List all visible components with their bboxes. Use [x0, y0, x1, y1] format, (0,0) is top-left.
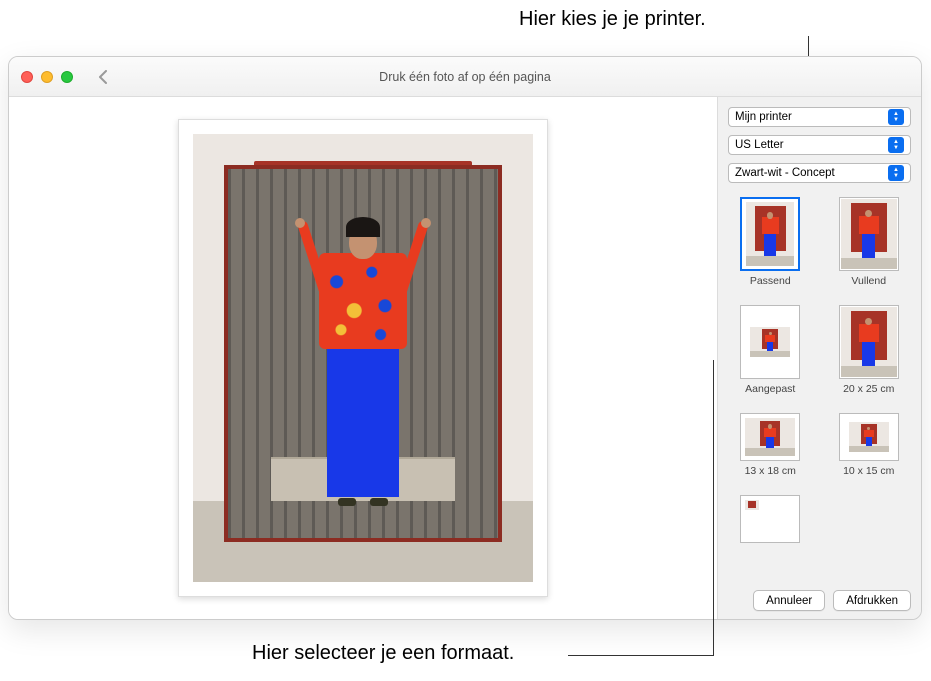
format-option[interactable]: 13 x 18 cm [734, 413, 807, 477]
updown-icon: ▲▼ [888, 109, 904, 125]
format-option[interactable]: Vullend [833, 197, 906, 287]
format-label: Vullend [851, 275, 886, 287]
updown-icon: ▲▼ [888, 165, 904, 181]
format-thumb [839, 305, 899, 379]
format-thumb [839, 197, 899, 271]
window-title: Druk één foto af op één pagina [9, 70, 921, 84]
paper-preview [178, 119, 548, 597]
format-option[interactable]: 10 x 15 cm [833, 413, 906, 477]
format-thumb [740, 197, 800, 271]
format-thumb [740, 413, 800, 461]
cancel-button[interactable]: Annuleer [753, 590, 825, 611]
print-sidebar: Mijn printer ▲▼ US Letter ▲▼ Zwart-wit -… [717, 97, 921, 619]
chevron-left-icon [98, 70, 108, 84]
callout-printer: Hier kies je je printer. [519, 8, 706, 31]
format-option[interactable] [734, 495, 807, 543]
format-thumb [740, 495, 800, 543]
print-dialog-window: Druk één foto af op één pagina [8, 56, 922, 620]
format-grid: Passend Vullend Aangepast 20 x 25 cm 13 x 18… [728, 193, 911, 584]
callout-line [713, 360, 714, 655]
format-thumb [740, 305, 800, 379]
print-button[interactable]: Afdrukken [833, 590, 911, 611]
format-option[interactable]: Passend [734, 197, 807, 287]
format-label: 20 x 25 cm [843, 383, 894, 395]
zoom-icon[interactable] [61, 71, 73, 83]
window-controls [21, 71, 73, 83]
format-label: Aangepast [745, 383, 795, 395]
paper-size-value: US Letter [735, 139, 784, 151]
printer-select[interactable]: Mijn printer ▲▼ [728, 107, 911, 127]
format-option[interactable]: Aangepast [734, 305, 807, 395]
format-option[interactable]: 20 x 25 cm [833, 305, 906, 395]
photo-preview [193, 134, 533, 582]
back-button[interactable] [91, 66, 115, 88]
minimize-icon[interactable] [41, 71, 53, 83]
callout-format: Hier selecteer je een formaat. [252, 642, 514, 665]
print-preview [9, 97, 717, 619]
format-label: 10 x 15 cm [843, 465, 894, 477]
paper-size-select[interactable]: US Letter ▲▼ [728, 135, 911, 155]
format-label: Passend [750, 275, 791, 287]
printer-select-value: Mijn printer [735, 111, 792, 123]
content-area: Mijn printer ▲▼ US Letter ▲▼ Zwart-wit -… [9, 97, 921, 619]
format-label: 13 x 18 cm [745, 465, 796, 477]
quality-value: Zwart-wit - Concept [735, 167, 835, 179]
action-buttons: Annuleer Afdrukken [728, 590, 911, 611]
updown-icon: ▲▼ [888, 137, 904, 153]
titlebar: Druk één foto af op één pagina [9, 57, 921, 97]
callout-line [568, 655, 714, 656]
close-icon[interactable] [21, 71, 33, 83]
format-thumb [839, 413, 899, 461]
quality-select[interactable]: Zwart-wit - Concept ▲▼ [728, 163, 911, 183]
